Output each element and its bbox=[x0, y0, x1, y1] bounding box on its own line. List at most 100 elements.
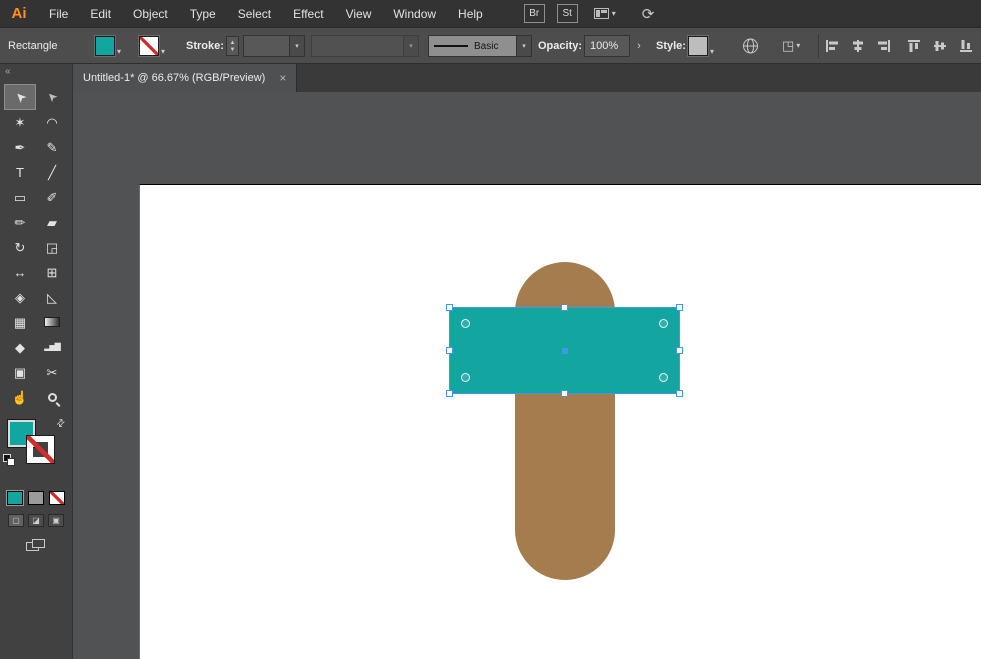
opacity-panel-arrow[interactable]: › bbox=[632, 35, 646, 57]
transform-menu-button[interactable]: ◳ ▾ bbox=[782, 38, 800, 54]
width-profile-combo: ▾ bbox=[311, 35, 419, 57]
stroke-indicator[interactable] bbox=[26, 435, 55, 464]
chevron-down-icon[interactable]: ▾ bbox=[289, 36, 304, 56]
eraser-icon: ▰ bbox=[47, 214, 57, 230]
draw-behind-button[interactable]: ◪ bbox=[28, 514, 44, 527]
line-segment-tool[interactable]: ╱ bbox=[37, 160, 67, 184]
none-button[interactable] bbox=[49, 491, 65, 505]
type-tool[interactable]: T bbox=[5, 160, 35, 184]
selection-handle-bottom-left[interactable] bbox=[446, 390, 453, 397]
corner-radius-widget-bottom-left[interactable] bbox=[461, 373, 470, 382]
lasso-tool[interactable]: ◠ bbox=[37, 110, 67, 134]
magic-wand-tool[interactable]: ✶ bbox=[5, 110, 35, 134]
color-button[interactable] bbox=[6, 490, 24, 506]
menu-view[interactable]: View bbox=[335, 0, 383, 28]
rectangle-tool[interactable]: ▭ bbox=[5, 185, 35, 209]
chevron-down-icon: ▾ bbox=[796, 41, 801, 50]
collapse-panel-button[interactable]: « bbox=[0, 64, 72, 80]
selection-handle-bottom-center[interactable] bbox=[560, 390, 568, 397]
align-vertical-center-button[interactable] bbox=[932, 39, 948, 53]
selection-handle-top-right[interactable] bbox=[676, 304, 683, 311]
stepper-up-icon[interactable]: ▲ bbox=[230, 40, 236, 46]
align-horizontal-left-button[interactable] bbox=[824, 39, 840, 53]
swap-fill-stroke-icon[interactable]: ⇄ bbox=[54, 417, 68, 431]
change-screen-mode-button[interactable] bbox=[26, 539, 46, 552]
paintbrush-tool[interactable]: ✐ bbox=[37, 185, 67, 209]
gradient-tool[interactable] bbox=[37, 310, 67, 334]
menu-effect[interactable]: Effect bbox=[282, 0, 334, 28]
selection-handle-top-center[interactable] bbox=[560, 304, 568, 311]
document-tab[interactable]: Untitled-1* @ 66.67% (RGB/Preview) × bbox=[73, 64, 298, 92]
curvature-tool[interactable]: ✎ bbox=[37, 135, 67, 159]
artboard-tool[interactable]: ▣ bbox=[5, 360, 35, 384]
draw-normal-button[interactable]: ▢ bbox=[8, 514, 24, 527]
menu-edit[interactable]: Edit bbox=[79, 0, 122, 28]
column-graph-tool[interactable]: ▂▅▇ bbox=[37, 335, 67, 359]
menu-file[interactable]: File bbox=[38, 0, 79, 28]
direct-selection-tool[interactable]: ➤ bbox=[37, 85, 67, 109]
lasso-icon: ◠ bbox=[46, 114, 58, 130]
slice-icon: ✂ bbox=[46, 364, 58, 380]
align-middle-icon bbox=[934, 41, 946, 51]
slice-tool[interactable]: ✂ bbox=[37, 360, 67, 384]
menu-select[interactable]: Select bbox=[227, 0, 282, 28]
shaper-tool[interactable]: ✏ bbox=[5, 210, 35, 234]
scale-tool[interactable]: ◲ bbox=[37, 235, 67, 259]
selection-handle-top-left[interactable] bbox=[446, 304, 453, 311]
stroke-weight-combo[interactable]: ▾ bbox=[243, 35, 305, 57]
corner-radius-widget-bottom-right[interactable] bbox=[659, 373, 668, 382]
stroke-swatch[interactable] bbox=[139, 36, 159, 56]
stroke-weight-stepper[interactable]: ▲ ▼ bbox=[226, 36, 239, 56]
default-fill-stroke-icon[interactable] bbox=[3, 454, 16, 467]
bridge-button[interactable]: Br bbox=[523, 4, 545, 23]
eyedropper-tool[interactable]: ◆ bbox=[5, 335, 35, 359]
selection-handle-middle-right[interactable] bbox=[676, 346, 683, 354]
stock-button[interactable]: St bbox=[556, 4, 578, 23]
hand-tool[interactable]: ☝ bbox=[5, 385, 35, 409]
eraser-tool[interactable]: ▰ bbox=[37, 210, 67, 234]
mesh-tool[interactable]: ▦ bbox=[5, 310, 35, 334]
opacity-value: 100% bbox=[590, 40, 619, 52]
fill-color-control[interactable]: ▾ bbox=[95, 36, 121, 56]
close-icon[interactable]: × bbox=[279, 71, 286, 85]
app-logo[interactable]: Ai bbox=[0, 0, 38, 28]
align-horizontal-center-button[interactable] bbox=[850, 39, 866, 53]
menu-object[interactable]: Object bbox=[122, 0, 179, 28]
canvas-area[interactable] bbox=[73, 92, 981, 659]
zoom-tool[interactable] bbox=[37, 385, 67, 409]
gradient-button[interactable] bbox=[28, 491, 44, 505]
menu-window[interactable]: Window bbox=[382, 0, 447, 28]
corner-radius-widget-top-left[interactable] bbox=[461, 319, 470, 328]
fill-swatch[interactable] bbox=[95, 36, 115, 56]
opacity-field[interactable]: 100% bbox=[584, 35, 630, 57]
width-tool[interactable]: ↔ bbox=[5, 260, 35, 284]
illustrator-window: Ai File Edit Object Type Select Effect V… bbox=[0, 0, 981, 659]
selection-center-point[interactable] bbox=[561, 347, 568, 354]
perspective-grid-tool[interactable]: ◺ bbox=[37, 285, 67, 309]
corner-radius-widget-top-right[interactable] bbox=[659, 319, 668, 328]
menu-type[interactable]: Type bbox=[179, 0, 227, 28]
brush-definition-combo[interactable]: Basic ▾ bbox=[428, 35, 532, 57]
selection-handle-bottom-right[interactable] bbox=[676, 390, 683, 397]
graphic-style-control[interactable]: ▾ bbox=[688, 36, 714, 56]
rotate-tool[interactable]: ↻ bbox=[5, 235, 35, 259]
shape-builder-tool[interactable]: ◈ bbox=[5, 285, 35, 309]
stepper-down-icon[interactable]: ▼ bbox=[230, 47, 236, 53]
menu-help[interactable]: Help bbox=[447, 0, 494, 28]
selection-tool[interactable]: ➤ bbox=[4, 84, 36, 110]
pen-tool[interactable]: ✒ bbox=[5, 135, 35, 159]
selection-handle-middle-left[interactable] bbox=[446, 346, 453, 354]
stroke-color-control[interactable]: ▾ bbox=[139, 36, 165, 56]
free-transform-tool[interactable]: ⊞ bbox=[37, 260, 67, 284]
width-tool-icon: ↔ bbox=[13, 264, 27, 280]
align-horizontal-right-button[interactable] bbox=[876, 39, 892, 53]
align-vertical-top-button[interactable] bbox=[906, 39, 922, 53]
draw-inside-button[interactable]: ▣ bbox=[48, 514, 64, 527]
document-setup-button[interactable] bbox=[742, 37, 759, 54]
style-swatch[interactable] bbox=[688, 36, 708, 56]
chevron-down-icon[interactable]: ▾ bbox=[516, 36, 531, 56]
direct-selection-tool-icon: ➤ bbox=[43, 88, 61, 106]
align-vertical-bottom-button[interactable] bbox=[958, 39, 974, 53]
workspace-switcher[interactable]: ▾ bbox=[593, 8, 616, 19]
touch-workspace-icon[interactable]: ⟳ bbox=[642, 5, 655, 23]
